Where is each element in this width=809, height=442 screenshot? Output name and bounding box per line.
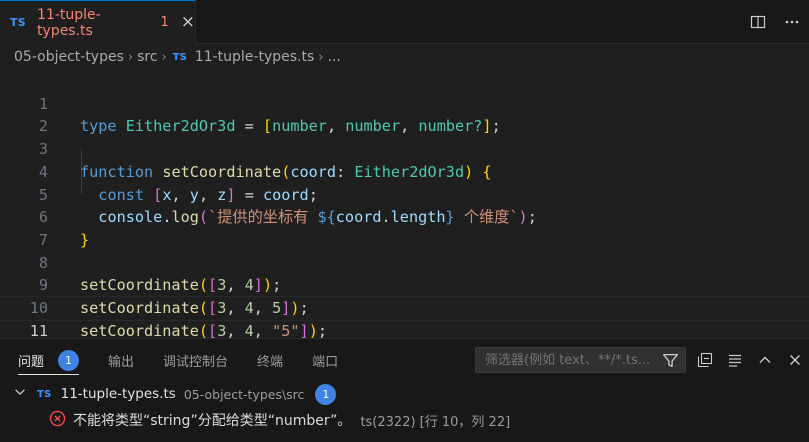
tab-debug-console[interactable]: 调试控制台 — [163, 339, 228, 381]
editor-actions — [741, 0, 809, 44]
view-as-list-icon[interactable] — [720, 347, 750, 373]
problem-file-row[interactable]: TS 11-tuple-types.ts 05-object-types\src… — [0, 383, 809, 405]
chevron-right-icon: › — [318, 49, 324, 65]
panel-actions — [690, 347, 809, 373]
more-actions-icon[interactable] — [775, 5, 809, 39]
code-line: 5 console.log(`提供的坐标有 ${coord.length} 个维… — [0, 161, 809, 227]
tab-terminal[interactable]: 终端 — [257, 339, 283, 381]
problems-count-badge: 1 — [58, 349, 80, 371]
breadcrumb: 05-object-types › src › TS 11-tuple-type… — [0, 44, 809, 70]
problem-file-path: 05-object-types\src — [183, 386, 305, 402]
code-line: 1 type Either2dOr3d = [number, number, n… — [0, 70, 809, 136]
error-squiggle[interactable]: "5" — [272, 322, 299, 340]
code-line: 3 function setCoordinate(coord: Either2d… — [0, 115, 809, 181]
close-icon[interactable]: × — [181, 14, 195, 31]
code-line: 10 setCoordinate([3, 4, "5"]); — [0, 274, 809, 340]
tab-title: 11-tuple-types.ts — [37, 6, 101, 39]
problem-message: 不能将类型“string”分配给类型“number”。 — [73, 413, 352, 429]
bottom-panel: 问题 1 输出 调试控制台 终端 端口 TS 11-tuple-types — [0, 338, 809, 442]
code-line: 9 setCoordinate([3, 4, 5]); — [0, 252, 809, 317]
error-icon — [49, 410, 66, 431]
filter-input[interactable] — [485, 352, 653, 368]
code-editor[interactable]: 1 type Either2dOr3d = [number, number, n… — [0, 70, 809, 340]
split-editor-icon[interactable] — [741, 5, 775, 39]
code-line-current: 11 — [0, 296, 809, 340]
chevron-right-icon: › — [127, 49, 134, 65]
panel-tabs: 问题 1 输出 调试控制台 终端 端口 — [0, 339, 809, 381]
code-line: 7 — [0, 206, 809, 249]
chevron-down-icon[interactable] — [13, 385, 27, 403]
problem-source-location: ts(2322) [行 10，列 22] — [360, 414, 511, 430]
editor-tab-active[interactable]: TS 11-tuple-types.ts 1 × — [0, 0, 196, 44]
problem-file-name: 11-tuple-types.ts — [60, 386, 176, 402]
close-panel-icon[interactable] — [780, 347, 809, 373]
code-line: 2 — [0, 93, 809, 135]
code-line: 6 } — [0, 184, 809, 249]
code-line: 4 const [x, y, z] = coord; — [0, 138, 809, 204]
typescript-file-icon: TS — [172, 51, 187, 63]
typescript-file-icon: TS — [10, 16, 27, 29]
breadcrumb-item-symbols[interactable]: ... — [327, 49, 340, 65]
typescript-file-icon: TS — [37, 388, 52, 400]
breadcrumb-item-src[interactable]: src — [137, 49, 157, 65]
collapse-all-icon[interactable] — [690, 347, 720, 373]
tab-output[interactable]: 输出 — [108, 339, 134, 381]
breadcrumb-item-folder[interactable]: 05-object-types — [14, 49, 124, 65]
tab-ports[interactable]: 端口 — [312, 339, 338, 381]
problem-item[interactable]: 不能将类型“string”分配给类型“number”。 ts(2322) [行 … — [0, 409, 809, 431]
problems-filter — [475, 347, 686, 373]
chevron-right-icon: › — [161, 49, 167, 65]
tab-problems[interactable]: 问题 1 — [18, 339, 80, 381]
file-problem-count-badge: 1 — [315, 383, 337, 405]
tab-problem-count: 1 — [160, 15, 169, 30]
breadcrumb-item-file[interactable]: 11-tuple-types.ts — [195, 49, 314, 65]
maximize-panel-icon[interactable] — [750, 347, 780, 373]
code-line: 8 setCoordinate([3, 4]); — [0, 229, 809, 295]
filter-icon[interactable] — [662, 352, 679, 373]
editor-tab-bar: TS 11-tuple-types.ts 1 × — [0, 0, 809, 44]
